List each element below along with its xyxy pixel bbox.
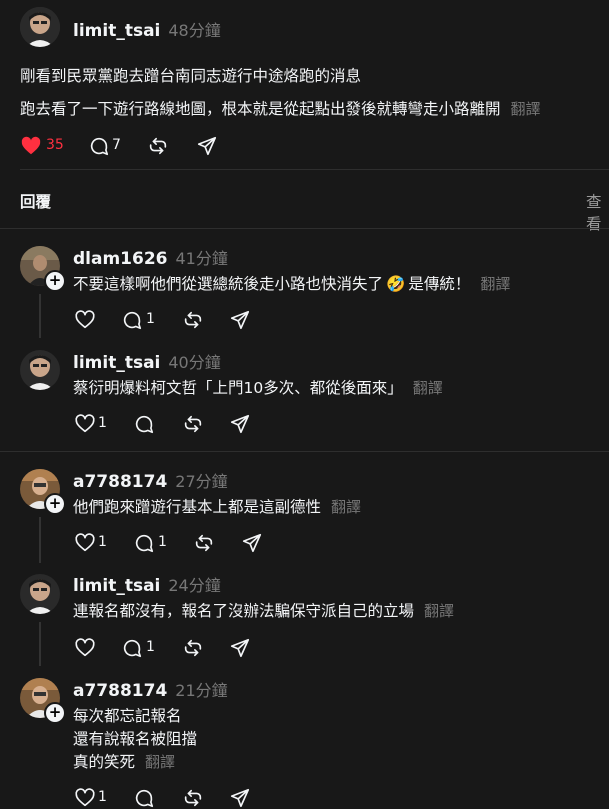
thread-line xyxy=(39,622,41,666)
comment-icon[interactable] xyxy=(133,413,155,435)
tab-replies[interactable]: 回覆 xyxy=(20,190,51,212)
comment-username-row: a7788174 27分鐘 xyxy=(73,468,228,492)
comment-text-row: 真的笑死 翻譯 xyxy=(73,750,175,772)
comment-username[interactable]: dlam1626 xyxy=(73,249,168,269)
repost-icon[interactable] xyxy=(182,637,204,659)
like-count: 35 xyxy=(46,137,64,153)
comment-username-row: limit_tsai 40分鐘 xyxy=(73,349,221,373)
post-time: 48分鐘 xyxy=(168,21,221,40)
repost-icon[interactable] xyxy=(147,135,169,157)
avatar[interactable] xyxy=(20,7,60,47)
heart-icon[interactable] xyxy=(74,413,96,435)
thread-line xyxy=(39,517,41,563)
comment-icon[interactable] xyxy=(121,309,143,331)
comment-text: 他們跑來蹭遊行基本上都是這副德性 xyxy=(73,498,322,516)
comment-text-row: 蔡衍明爆料柯文哲「上門10多次、都從後面來」 翻譯 xyxy=(73,376,443,398)
post-username-row: limit_tsai 48分鐘 xyxy=(73,17,221,41)
comment-text-row: 連報名都沒有，報名了沒辦法騙保守派自己的立場 翻譯 xyxy=(73,599,454,621)
comment-username[interactable]: limit_tsai xyxy=(73,576,160,596)
heart-icon[interactable] xyxy=(74,532,96,554)
follow-plus-icon[interactable]: + xyxy=(44,270,66,292)
translate-link[interactable]: 翻譯 xyxy=(145,753,175,771)
comment-username-row: limit_tsai 24分鐘 xyxy=(73,572,221,596)
comment-time: 27分鐘 xyxy=(175,472,228,491)
divider xyxy=(0,228,609,229)
like-count: 1 xyxy=(98,534,107,550)
divider xyxy=(20,169,609,170)
like-count: 1 xyxy=(98,789,107,805)
repost-icon[interactable] xyxy=(182,413,204,435)
comment-username[interactable]: a7788174 xyxy=(73,681,167,701)
follow-plus-icon[interactable]: + xyxy=(44,493,66,515)
translate-link[interactable]: 翻譯 xyxy=(331,498,361,516)
comment-time: 41分鐘 xyxy=(175,249,228,268)
comment-text: 連報名都沒有，報名了沒辦法騙保守派自己的立場 xyxy=(73,602,415,620)
comment-icon[interactable] xyxy=(88,135,110,157)
translate-link[interactable]: 翻譯 xyxy=(480,275,510,293)
reply-count: 1 xyxy=(146,639,155,655)
share-icon[interactable] xyxy=(229,413,251,435)
share-icon[interactable] xyxy=(241,532,263,554)
heart-icon[interactable] xyxy=(20,135,42,157)
heart-icon[interactable] xyxy=(74,309,96,331)
comment-icon[interactable] xyxy=(133,532,155,554)
comment-icon[interactable] xyxy=(121,637,143,659)
comment-username[interactable]: a7788174 xyxy=(73,472,167,492)
comment-time: 21分鐘 xyxy=(175,681,228,700)
avatar[interactable] xyxy=(20,574,60,614)
follow-plus-icon[interactable]: + xyxy=(44,702,66,724)
comment-text-row: 他們跑來蹭遊行基本上都是這副德性 翻譯 xyxy=(73,495,361,517)
share-icon[interactable] xyxy=(196,135,218,157)
comment-text: 不要這樣啊他們從選總統後走小路也快消失了 xyxy=(73,275,384,293)
laughing-emoji-icon: 🤣 xyxy=(386,275,406,293)
comment-text-line3: 真的笑死 xyxy=(73,753,136,771)
reply-count: 7 xyxy=(112,137,121,153)
heart-icon[interactable] xyxy=(74,637,96,659)
share-icon[interactable] xyxy=(229,309,251,331)
reply-count: 1 xyxy=(146,311,155,327)
comment-text-row: 不要這樣啊他們從選總統後走小路也快消失了 🤣 是傳統！ 翻譯 xyxy=(73,272,510,294)
post-username[interactable]: limit_tsai xyxy=(73,21,160,41)
comment-username-row: dlam1626 41分鐘 xyxy=(73,245,228,269)
reply-count: 1 xyxy=(158,534,167,550)
comment-time: 24分鐘 xyxy=(168,576,221,595)
post-text-line1: 剛看到民眾黨跑去蹭台南同志遊行中途烙跑的消息 xyxy=(20,67,362,85)
translate-link[interactable]: 翻譯 xyxy=(413,379,443,397)
comment-text-line1: 每次都忘記報名 xyxy=(73,707,182,725)
repost-icon[interactable] xyxy=(182,309,204,331)
comment-text: 蔡衍明爆料柯文哲「上門10多次、都從後面來」 xyxy=(73,379,403,397)
like-count: 1 xyxy=(98,415,107,431)
comment-text-line2: 還有說報名被阻擋 xyxy=(73,730,198,748)
share-icon[interactable] xyxy=(229,637,251,659)
translate-link[interactable]: 翻譯 xyxy=(424,602,454,620)
post-text-line2-row: 跑去看了一下遊行路線地圖，根本就是從起點出發後就轉彎走小路離開 翻譯 xyxy=(20,97,541,119)
post-text-line2: 跑去看了一下遊行路線地圖，根本就是從起點出發後就轉彎走小路離開 xyxy=(20,100,501,118)
comment-text-after: 是傳統！ xyxy=(408,275,471,293)
repost-icon[interactable] xyxy=(193,532,215,554)
divider xyxy=(0,451,609,452)
avatar[interactable] xyxy=(20,350,60,390)
comment-time: 40分鐘 xyxy=(168,353,221,372)
translate-link[interactable]: 翻譯 xyxy=(511,100,541,118)
comment-username-row: a7788174 21分鐘 xyxy=(73,677,228,701)
thread-line xyxy=(39,294,41,338)
comment-username[interactable]: limit_tsai xyxy=(73,353,160,373)
